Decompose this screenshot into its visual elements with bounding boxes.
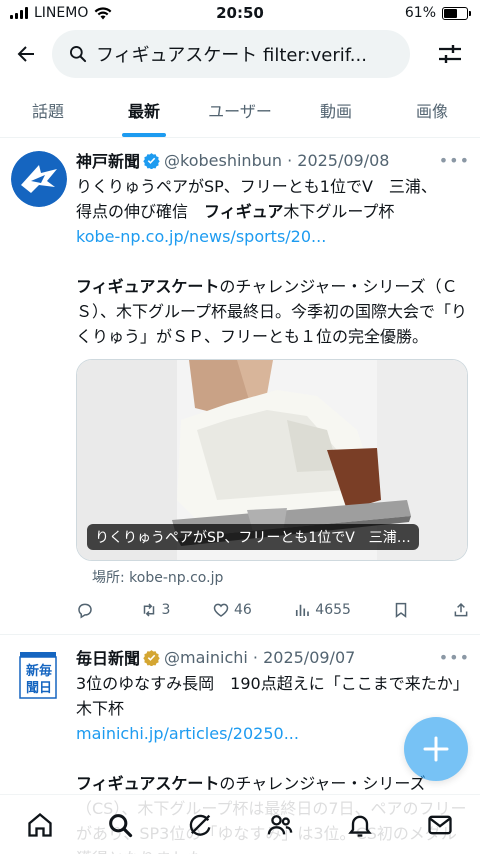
verified-badge-icon bbox=[143, 152, 160, 169]
back-arrow-icon bbox=[17, 46, 34, 62]
like-button[interactable]: 46 bbox=[212, 601, 252, 619]
plus-icon bbox=[423, 736, 449, 762]
heart-icon bbox=[213, 603, 229, 617]
compose-button[interactable] bbox=[404, 717, 468, 781]
tweet-text: りくりゅうペアがSP、フリーとも1位でV 三浦、 得点の伸び確信 フィギュア木下… bbox=[76, 174, 468, 349]
share-button[interactable] bbox=[452, 601, 470, 619]
tweet-actions: 3 46 4655 bbox=[76, 601, 470, 619]
avatar[interactable]: 新毎 聞日 bbox=[18, 652, 58, 700]
grok-icon bbox=[189, 814, 211, 836]
tweet-header: 神戸新聞 @kobeshinbun · 2025/09/08 bbox=[76, 148, 470, 172]
share-icon bbox=[454, 602, 468, 617]
tweet-link[interactable]: kobe-np.co.jp/news/sports/20... bbox=[76, 224, 468, 249]
tab-latest[interactable]: 最新 bbox=[96, 82, 192, 137]
bottom-navigation bbox=[0, 794, 480, 854]
tweet-headline-line2: 得点の伸び確信 フィギュア木下グループ杯 bbox=[76, 199, 468, 224]
bookmark-button[interactable] bbox=[392, 601, 410, 619]
search-icon bbox=[70, 46, 87, 63]
nav-notifications[interactable] bbox=[340, 805, 380, 845]
search-input[interactable]: フィギュアスケート filter:verif... bbox=[52, 30, 410, 78]
search-tabs: 話題 最新 ユーザー 動画 画像 bbox=[0, 82, 480, 138]
status-bar: LINEMO 20:50 61% bbox=[0, 0, 480, 28]
svg-text:新毎: 新毎 bbox=[26, 663, 52, 679]
sliders-icon bbox=[439, 45, 461, 63]
author-handle-date: @mainichi · 2025/09/07 bbox=[164, 647, 356, 667]
headline-part: 木下グループ杯 bbox=[283, 202, 395, 221]
kobe-logo-icon bbox=[11, 151, 67, 207]
status-right: 61% bbox=[404, 5, 471, 21]
nav-grok[interactable] bbox=[180, 805, 220, 845]
more-options-icon[interactable]: ••• bbox=[439, 648, 470, 667]
search-icon bbox=[109, 813, 133, 837]
tab-images[interactable]: 画像 bbox=[384, 82, 480, 137]
author-name[interactable]: 毎日新聞 bbox=[76, 645, 140, 669]
views-chart-icon bbox=[296, 604, 310, 616]
mainichi-logo-icon: 新毎 聞日 bbox=[19, 652, 57, 699]
search-query: フィギュアスケート filter:verif... bbox=[96, 45, 367, 66]
svg-text:聞日: 聞日 bbox=[26, 681, 52, 696]
card-domain: 場所: kobe-np.co.jp bbox=[92, 570, 224, 586]
bell-icon bbox=[348, 815, 372, 837]
headline-part: 得点の伸び確信 bbox=[76, 202, 205, 221]
reply-button[interactable] bbox=[76, 601, 98, 619]
link-card[interactable]: りくりゅうペアがSP、フリーとも1位でV 三浦… bbox=[76, 359, 468, 561]
battery-icon bbox=[442, 6, 471, 20]
nav-messages[interactable] bbox=[420, 805, 460, 845]
more-options-icon[interactable]: ••• bbox=[439, 151, 470, 170]
verified-gold-badge-icon bbox=[143, 649, 160, 666]
mail-icon bbox=[428, 815, 452, 834]
tab-videos[interactable]: 動画 bbox=[288, 82, 384, 137]
author-name[interactable]: 神戸新聞 bbox=[76, 148, 140, 172]
highlighted-keyword: フィギュアスケート bbox=[76, 774, 220, 793]
retweet-button[interactable]: 3 bbox=[140, 601, 171, 619]
tweet-body: 神戸新聞 @kobeshinbun · 2025/09/08 ••• りくりゅう… bbox=[76, 149, 470, 587]
tweet-header: 毎日新聞 @mainichi · 2025/09/07 bbox=[76, 645, 470, 669]
reply-icon bbox=[78, 603, 92, 619]
like-count: 46 bbox=[233, 602, 252, 618]
battery-percent: 61% bbox=[404, 5, 436, 21]
search-settings-button[interactable] bbox=[434, 38, 466, 70]
card-caption: りくりゅうペアがSP、フリーとも1位でV 三浦… bbox=[87, 524, 419, 550]
highlighted-keyword: フィギュアスケート bbox=[76, 277, 220, 296]
tweet-body-text: フィギュアスケートのチャレンジャー・シリーズ（ＣＳ）、木下グループ杯最終日。今季… bbox=[76, 274, 468, 349]
home-icon bbox=[28, 812, 52, 837]
back-button[interactable] bbox=[10, 38, 42, 70]
tab-users[interactable]: ユーザー bbox=[192, 82, 288, 137]
tweet-headline: 3位のゆなすみ長岡 190点超えに「ここまで来たか」 木下杯 bbox=[76, 674, 477, 718]
nav-communities[interactable] bbox=[260, 805, 300, 845]
people-icon bbox=[267, 814, 293, 834]
nav-search[interactable] bbox=[100, 805, 140, 845]
nav-home[interactable] bbox=[20, 805, 60, 845]
retweet-count: 3 bbox=[161, 602, 171, 618]
tab-trending[interactable]: 話題 bbox=[0, 82, 96, 137]
views-button[interactable]: 4655 bbox=[293, 601, 351, 619]
author-handle-date: @kobeshinbun · 2025/09/08 bbox=[164, 150, 390, 170]
tweet-headline-line1: りくりゅうペアがSP、フリーとも1位でV 三浦、 bbox=[76, 177, 437, 196]
battery-level bbox=[444, 8, 458, 18]
search-header: フィギュアスケート filter:verif... bbox=[0, 28, 480, 80]
highlighted-keyword: フィギュア bbox=[204, 202, 284, 221]
avatar[interactable] bbox=[11, 151, 67, 207]
tweet[interactable]: 神戸新聞 @kobeshinbun · 2025/09/08 ••• りくりゅう… bbox=[0, 139, 480, 635]
bookmark-icon bbox=[396, 602, 407, 618]
view-count: 4655 bbox=[315, 602, 351, 618]
retweet-icon bbox=[143, 603, 154, 617]
